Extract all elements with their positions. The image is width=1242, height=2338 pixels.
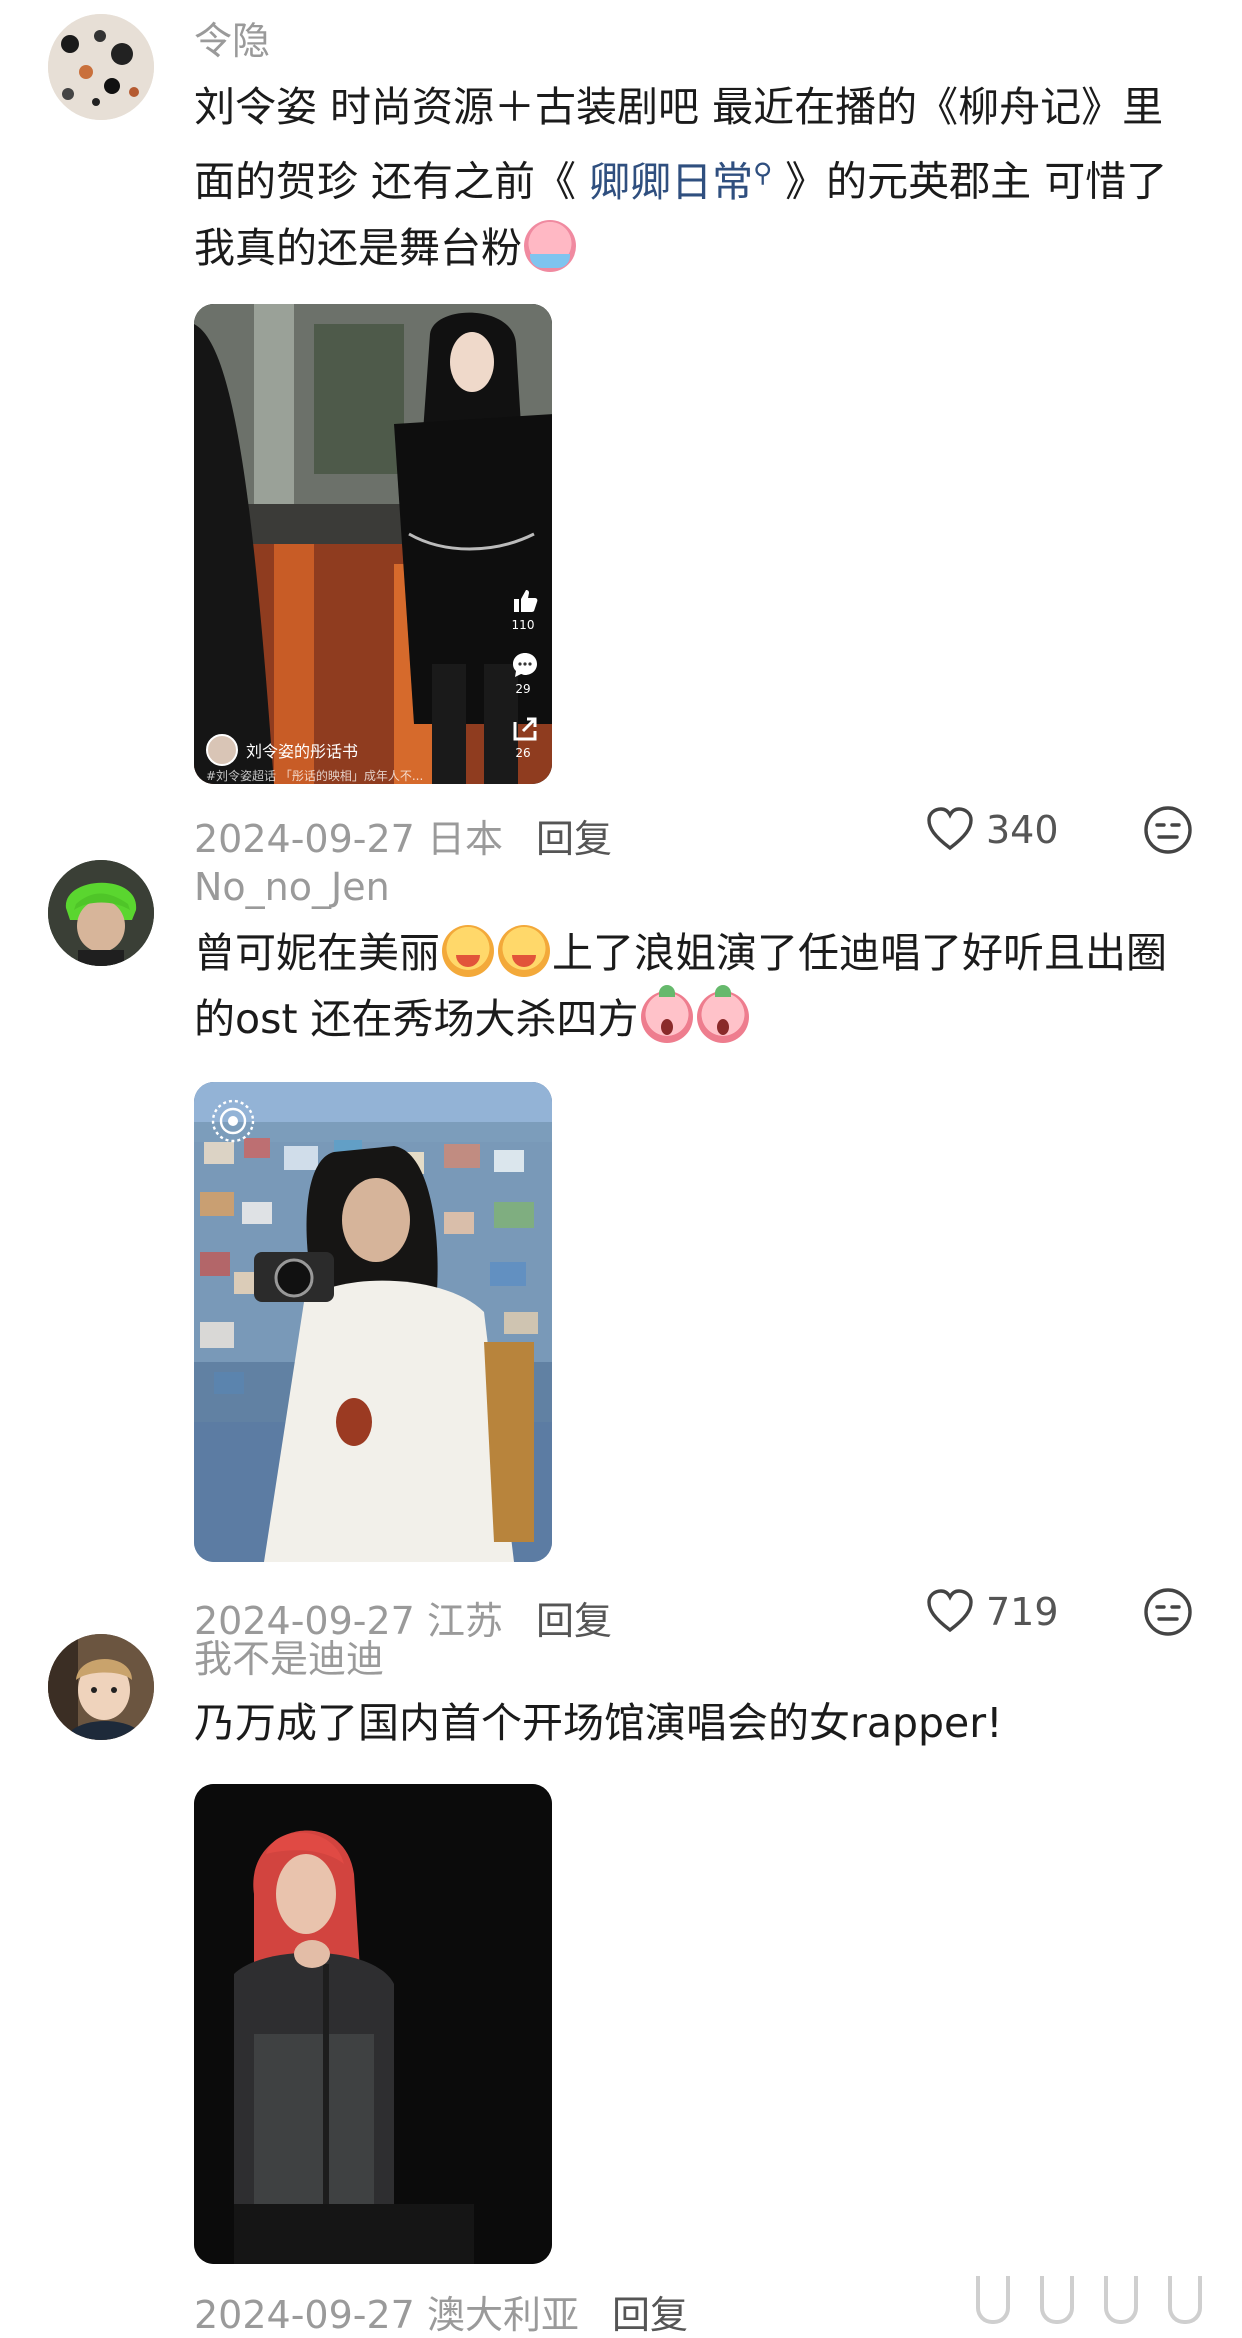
bottom-toolbar-partial bbox=[976, 2276, 1202, 2324]
comment-photo[interactable]: 110 29 26 刘令姿的彤话书 #刘令姿超话 「彤话的映相」成年人不... bbox=[194, 304, 552, 784]
like-button[interactable]: 719 bbox=[924, 1582, 1059, 1642]
toolbar-glyph bbox=[1040, 2276, 1074, 2324]
comment-meta: 2024-09-27 江苏 回复 719 bbox=[194, 1582, 1204, 1645]
comment-text: 乃万成了国内首个开场馆演唱会的女rapper! bbox=[194, 1699, 1003, 1747]
comment-date: 2024-09-27 澳大利亚 bbox=[194, 2284, 579, 2338]
comment-date: 2024-09-27 日本 bbox=[194, 808, 503, 863]
author-avatar bbox=[206, 734, 238, 766]
photo-red-hair-singer bbox=[194, 1784, 552, 2264]
drooling-emoji-icon bbox=[498, 925, 550, 977]
photo-fashion-woman bbox=[194, 304, 552, 784]
avatar[interactable] bbox=[48, 1634, 154, 1740]
heart-outline-icon bbox=[927, 807, 973, 851]
like-count: 340 bbox=[986, 808, 1059, 852]
toolbar-glyph bbox=[1168, 2276, 1202, 2324]
reply-button[interactable]: 回复 bbox=[536, 808, 612, 863]
date-value: 2024-09-27 bbox=[194, 2293, 415, 2337]
live-photo-icon[interactable] bbox=[208, 1096, 258, 1146]
comment-photo[interactable] bbox=[194, 1082, 552, 1562]
photo-author[interactable]: 刘令姿的彤话书 bbox=[206, 734, 358, 766]
toolbar-glyph bbox=[976, 2276, 1010, 2324]
photo-woman-camera bbox=[194, 1082, 552, 1562]
comment-text: 刘令姿 时尚资源＋古装剧吧 最近在播的《柳舟记》里面的贺珍 还有之前《 卿卿日常… bbox=[194, 74, 1204, 281]
thumbs-up-icon[interactable] bbox=[510, 586, 540, 616]
crying-emoji-icon bbox=[524, 219, 576, 272]
location-value: 澳大利亚 bbox=[426, 2293, 579, 2337]
avatar-pattern bbox=[48, 14, 154, 120]
username[interactable]: No_no_Jen bbox=[194, 864, 390, 910]
comment-text-part: 曾可妮在美丽 bbox=[194, 929, 440, 977]
like-count: 719 bbox=[986, 1590, 1059, 1634]
reply-button[interactable]: 回复 bbox=[536, 1590, 612, 1645]
comment-meta: 2024-09-27 日本 回复 340 bbox=[194, 800, 1204, 863]
avatar-child bbox=[48, 1634, 154, 1740]
share-icon[interactable] bbox=[510, 714, 540, 744]
topic-link-label: 卿卿日常 bbox=[589, 157, 754, 206]
chat-bubble-icon[interactable] bbox=[510, 650, 540, 680]
comment-text: 曾可妮在美丽 上了浪姐演了任迪唱了好听且出圈的ost 还在秀场大杀四方 bbox=[194, 920, 1204, 1052]
photo-comment-count: 29 bbox=[515, 682, 531, 696]
photo-like-count: 110 bbox=[511, 618, 535, 632]
avatar-green-hair bbox=[48, 860, 154, 966]
neutral-face-icon[interactable] bbox=[1142, 804, 1194, 856]
avatar[interactable] bbox=[48, 860, 154, 966]
drooling-emoji-icon bbox=[442, 925, 494, 977]
like-button[interactable]: 340 bbox=[924, 800, 1059, 860]
shocked-emoji-icon bbox=[640, 985, 693, 1043]
neutral-face-icon[interactable] bbox=[1142, 1586, 1194, 1638]
comment-photo[interactable] bbox=[194, 1784, 552, 2264]
heart-outline-icon bbox=[927, 1589, 973, 1633]
username[interactable]: 令隐 bbox=[194, 18, 270, 64]
date-value: 2024-09-27 bbox=[194, 817, 415, 861]
avatar[interactable] bbox=[48, 14, 154, 120]
photo-sub-caption: #刘令姿超话 「彤话的映相」成年人不... bbox=[206, 769, 424, 783]
toolbar-glyph bbox=[1104, 2276, 1138, 2324]
username[interactable]: 我不是迪迪 bbox=[194, 1636, 384, 1682]
location-value: 江苏 bbox=[426, 1599, 503, 1643]
location-value: 日本 bbox=[426, 817, 503, 861]
search-icon: ⚲ bbox=[753, 158, 773, 188]
topic-link[interactable]: 卿卿日常⚲ bbox=[589, 158, 772, 206]
reply-button[interactable]: 回复 bbox=[612, 2284, 688, 2338]
author-name: 刘令姿的彤话书 bbox=[246, 742, 359, 761]
photo-share-count: 26 bbox=[515, 746, 531, 760]
shocked-emoji-icon bbox=[696, 985, 749, 1043]
